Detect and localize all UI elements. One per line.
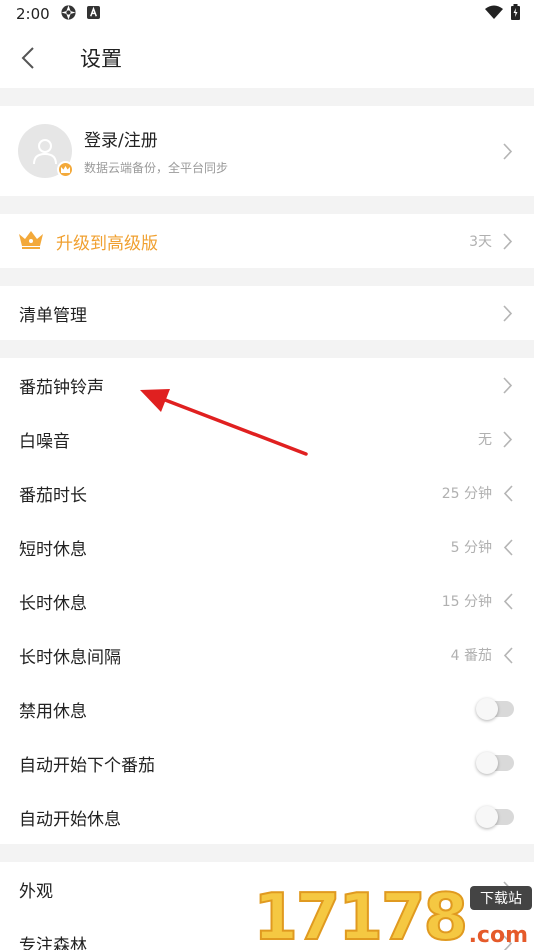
- setting-label-auto-start-break: 自动开始休息: [19, 809, 121, 830]
- setting-label-ringtone: 番茄钟铃声: [19, 377, 104, 398]
- chevron-right-icon: [502, 430, 514, 448]
- status-bar: 2:00: [0, 0, 534, 28]
- site-watermark: 17178 下载站 .com: [252, 872, 534, 950]
- chevron-left-icon: [502, 538, 514, 556]
- list-manage-row[interactable]: 清单管理: [0, 286, 534, 340]
- toggle-knob: [476, 806, 498, 828]
- login-register-label: 登录/注册: [84, 131, 158, 151]
- toggle-knob: [476, 698, 498, 720]
- setting-label-short-break: 短时休息: [19, 539, 87, 560]
- setting-value-long-break: 15 分钟: [441, 594, 492, 610]
- a-square-icon: [86, 5, 100, 23]
- setting-label-long-break-interval: 长时休息间隔: [19, 647, 121, 668]
- chevron-left-icon: [502, 592, 514, 610]
- setting-row-short-break[interactable]: 短时休息 5 分钟: [0, 520, 534, 574]
- setting-row-disable-break[interactable]: 禁用休息: [0, 682, 534, 736]
- section-gap: [0, 88, 534, 106]
- status-time: 2:00: [16, 5, 50, 23]
- chevron-right-icon: [502, 142, 514, 160]
- setting-row-auto-next-pomodoro[interactable]: 自动开始下个番茄: [0, 736, 534, 790]
- setting-value-white-noise: 无: [478, 432, 492, 448]
- setting-row-pomodoro-length[interactable]: 番茄时长 25 分钟: [0, 466, 534, 520]
- setting-value-long-break-interval: 4 番茄: [450, 648, 492, 664]
- watermark-badge: 下载站: [470, 886, 532, 910]
- list-manage-card: 清单管理: [0, 286, 534, 340]
- setting-row-long-break-interval[interactable]: 长时休息间隔 4 番茄: [0, 628, 534, 682]
- chevron-left-icon: [502, 484, 514, 502]
- chevron-right-icon: [502, 376, 514, 394]
- pomodoro-settings-card: 番茄钟铃声白噪音 无番茄时长 25 分钟短时休息 5 分钟长时休息 15 分钟长时休息间…: [0, 358, 534, 844]
- setting-label-disable-break: 禁用休息: [19, 701, 87, 722]
- watermark-suffix: .com: [468, 923, 528, 948]
- chevron-left-icon: [21, 47, 34, 69]
- upgrade-row[interactable]: 升级到高级版 3天: [0, 214, 534, 268]
- account-card: 登录/注册 数据云端备份，全平台同步: [0, 106, 534, 196]
- login-register-row[interactable]: 登录/注册 数据云端备份，全平台同步: [0, 106, 534, 196]
- setting-value-pomodoro-length: 25 分钟: [441, 486, 492, 502]
- back-button[interactable]: [14, 44, 42, 72]
- setting-row-auto-start-break[interactable]: 自动开始休息: [0, 790, 534, 844]
- section-gap: [0, 196, 534, 214]
- setting-label-white-noise: 白噪音: [19, 431, 70, 452]
- upgrade-label: 升级到高级版: [56, 233, 158, 254]
- app-bar: 设置: [0, 28, 534, 88]
- crown-icon: [18, 229, 44, 253]
- setting-row-white-noise[interactable]: 白噪音 无: [0, 412, 534, 466]
- wifi-icon: [485, 5, 503, 23]
- list-manage-label: 清单管理: [19, 305, 87, 326]
- watermark-digits: 17178: [252, 881, 469, 950]
- toggle-switch[interactable]: [476, 806, 514, 828]
- battery-icon: [511, 4, 520, 24]
- crown-badge-icon: [57, 161, 74, 178]
- camera-shutter-icon: [60, 4, 77, 25]
- section-gap: [0, 268, 534, 286]
- chevron-right-icon: [502, 232, 514, 250]
- upgrade-card: 升级到高级版 3天: [0, 214, 534, 268]
- upgrade-days-value: 3天: [469, 234, 492, 250]
- toggle-switch[interactable]: [476, 752, 514, 774]
- toggle-knob: [476, 752, 498, 774]
- section-gap: [0, 340, 534, 358]
- setting-row-long-break[interactable]: 长时休息 15 分钟: [0, 574, 534, 628]
- setting-label-auto-next-pomodoro: 自动开始下个番茄: [19, 755, 155, 776]
- section-gap: [0, 844, 534, 862]
- user-icon: [33, 139, 57, 165]
- avatar: [18, 124, 74, 178]
- page-title: 设置: [80, 47, 122, 71]
- setting-label-pomodoro-length: 番茄时长: [19, 485, 87, 506]
- chevron-right-icon: [502, 304, 514, 322]
- setting-label-long-break: 长时休息: [19, 593, 87, 614]
- setting-value-short-break: 5 分钟: [450, 540, 492, 556]
- chevron-left-icon: [502, 646, 514, 664]
- login-register-subtitle: 数据云端备份，全平台同步: [84, 161, 229, 175]
- toggle-switch[interactable]: [476, 698, 514, 720]
- setting-row-ringtone[interactable]: 番茄钟铃声: [0, 358, 534, 412]
